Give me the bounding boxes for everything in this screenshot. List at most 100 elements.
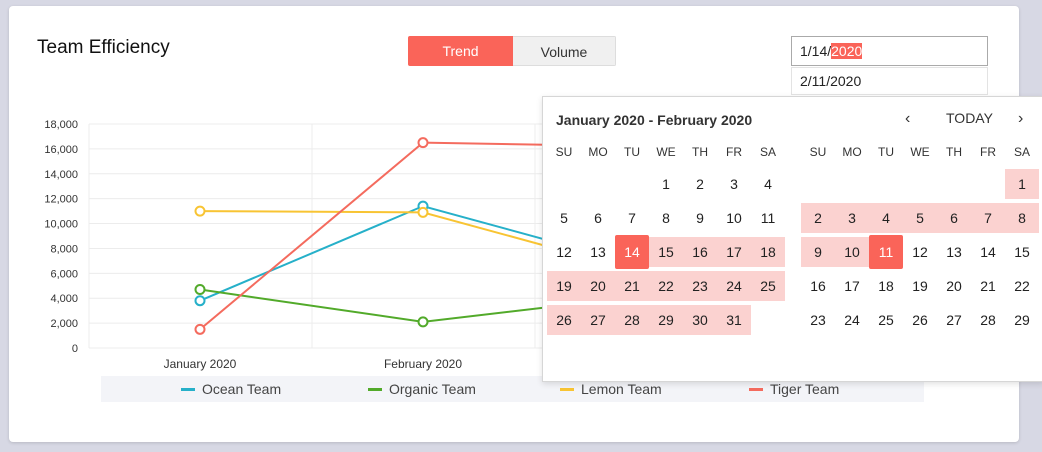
day-cell[interactable]: 3 bbox=[835, 201, 869, 235]
weekday-label: TH bbox=[946, 145, 962, 159]
day-cell[interactable]: 14 bbox=[971, 235, 1005, 269]
selected-day-cell[interactable]: 14 bbox=[615, 235, 649, 269]
legend-swatch bbox=[181, 387, 195, 391]
day-cell[interactable]: 11 bbox=[751, 201, 785, 235]
weekday-label: FR bbox=[980, 145, 996, 159]
day-cell[interactable]: 8 bbox=[1005, 201, 1039, 235]
y-tick-label: 14,000 bbox=[44, 169, 78, 181]
weekday-label: SU bbox=[809, 145, 827, 159]
y-tick-label: 10,000 bbox=[44, 219, 78, 231]
weekday-label: WE bbox=[910, 145, 930, 159]
y-tick-label: 0 bbox=[72, 343, 78, 355]
legend-item[interactable]: Organic Team bbox=[368, 376, 476, 402]
day-cell[interactable]: 24 bbox=[835, 303, 869, 337]
day-cell[interactable]: 7 bbox=[971, 201, 1005, 235]
y-tick-label: 4,000 bbox=[50, 293, 78, 305]
day-cell[interactable]: 21 bbox=[971, 269, 1005, 303]
weekday-label: TH bbox=[692, 145, 708, 159]
legend-label: Organic Team bbox=[389, 381, 476, 397]
day-cell[interactable]: 13 bbox=[937, 235, 971, 269]
data-point bbox=[194, 323, 206, 335]
weekday-label: MO bbox=[588, 145, 608, 159]
legend-label: Ocean Team bbox=[202, 381, 282, 397]
data-point bbox=[194, 284, 206, 296]
day-cell[interactable]: 19 bbox=[903, 269, 937, 303]
day-cell[interactable]: 27 bbox=[937, 303, 971, 337]
data-point bbox=[417, 316, 429, 328]
day-cell[interactable]: 19 bbox=[547, 269, 581, 303]
day-cell[interactable]: 27 bbox=[581, 303, 615, 337]
y-tick-label: 6,000 bbox=[50, 268, 78, 280]
day-cell[interactable]: 9 bbox=[801, 235, 835, 269]
day-cell[interactable]: 18 bbox=[751, 235, 785, 269]
day-cell[interactable]: 13 bbox=[581, 235, 615, 269]
day-cell[interactable]: 7 bbox=[615, 201, 649, 235]
chevron-right-icon[interactable]: › bbox=[1018, 110, 1023, 128]
day-cell[interactable]: 5 bbox=[547, 201, 581, 235]
day-cell[interactable]: 1 bbox=[1005, 167, 1039, 201]
day-cell[interactable]: 17 bbox=[717, 235, 751, 269]
day-cell[interactable]: 28 bbox=[615, 303, 649, 337]
day-cell[interactable]: 28 bbox=[971, 303, 1005, 337]
day-cell[interactable]: 23 bbox=[801, 303, 835, 337]
legend-swatch bbox=[749, 387, 763, 391]
day-cell[interactable]: 2 bbox=[801, 201, 835, 235]
day-cell[interactable]: 25 bbox=[751, 269, 785, 303]
day-cell[interactable]: 8 bbox=[649, 201, 683, 235]
day-cell[interactable]: 9 bbox=[683, 201, 717, 235]
selected-day-cell[interactable]: 11 bbox=[869, 235, 903, 269]
day-cell[interactable]: 30 bbox=[683, 303, 717, 337]
day-cell[interactable]: 10 bbox=[717, 201, 751, 235]
day-cell[interactable]: 20 bbox=[581, 269, 615, 303]
day-cell[interactable]: 21 bbox=[615, 269, 649, 303]
day-cell[interactable]: 4 bbox=[751, 167, 785, 201]
day-cell[interactable]: 5 bbox=[903, 201, 937, 235]
chevron-left-icon[interactable]: ‹ bbox=[905, 110, 910, 128]
day-cell[interactable]: 3 bbox=[717, 167, 751, 201]
day-cell[interactable]: 26 bbox=[547, 303, 581, 337]
day-cell[interactable]: 10 bbox=[835, 235, 869, 269]
legend-item[interactable]: Ocean Team bbox=[181, 376, 281, 402]
y-tick-label: 8,000 bbox=[50, 243, 78, 255]
y-tick-label: 2,000 bbox=[50, 318, 78, 330]
day-cell[interactable]: 25 bbox=[869, 303, 903, 337]
day-cell[interactable]: 20 bbox=[937, 269, 971, 303]
day-cell[interactable]: 15 bbox=[1005, 235, 1039, 269]
day-cell[interactable]: 18 bbox=[869, 269, 903, 303]
day-cell[interactable]: 17 bbox=[835, 269, 869, 303]
x-tick-label: January 2020 bbox=[164, 357, 237, 371]
day-cell[interactable]: 1 bbox=[649, 167, 683, 201]
y-tick-label: 12,000 bbox=[44, 194, 78, 206]
day-cell[interactable]: 4 bbox=[869, 201, 903, 235]
weekday-label: SU bbox=[555, 145, 573, 159]
weekday-label: TU bbox=[878, 145, 894, 159]
day-cell[interactable]: 31 bbox=[717, 303, 751, 337]
day-cell[interactable]: 26 bbox=[903, 303, 937, 337]
day-cell[interactable]: 22 bbox=[649, 269, 683, 303]
day-cell[interactable]: 12 bbox=[903, 235, 937, 269]
day-cell[interactable]: 29 bbox=[649, 303, 683, 337]
legend-swatch bbox=[560, 387, 574, 391]
data-point bbox=[194, 295, 206, 307]
day-cell[interactable]: 23 bbox=[683, 269, 717, 303]
day-cell[interactable]: 12 bbox=[547, 235, 581, 269]
day-cell[interactable]: 29 bbox=[1005, 303, 1039, 337]
date-range-picker: January 2020 - February 2020 ‹ TODAY › S… bbox=[542, 96, 1042, 382]
day-cell[interactable]: 24 bbox=[717, 269, 751, 303]
day-cell[interactable]: 22 bbox=[1005, 269, 1039, 303]
day-cell[interactable]: 6 bbox=[581, 201, 615, 235]
weekday-label: MO bbox=[842, 145, 862, 159]
x-tick-label: February 2020 bbox=[384, 357, 462, 371]
day-cell[interactable]: 16 bbox=[683, 235, 717, 269]
day-cell[interactable]: 2 bbox=[683, 167, 717, 201]
today-button[interactable]: TODAY bbox=[946, 110, 993, 126]
weekday-label: WE bbox=[656, 145, 676, 159]
day-cell[interactable]: 6 bbox=[937, 201, 971, 235]
picker-header: January 2020 - February 2020 bbox=[556, 112, 753, 128]
data-point bbox=[417, 206, 429, 218]
day-cell[interactable]: 16 bbox=[801, 269, 835, 303]
legend-swatch bbox=[368, 387, 382, 391]
day-cell[interactable]: 15 bbox=[649, 235, 683, 269]
data-point bbox=[194, 205, 206, 217]
weekday-label: TU bbox=[624, 145, 640, 159]
